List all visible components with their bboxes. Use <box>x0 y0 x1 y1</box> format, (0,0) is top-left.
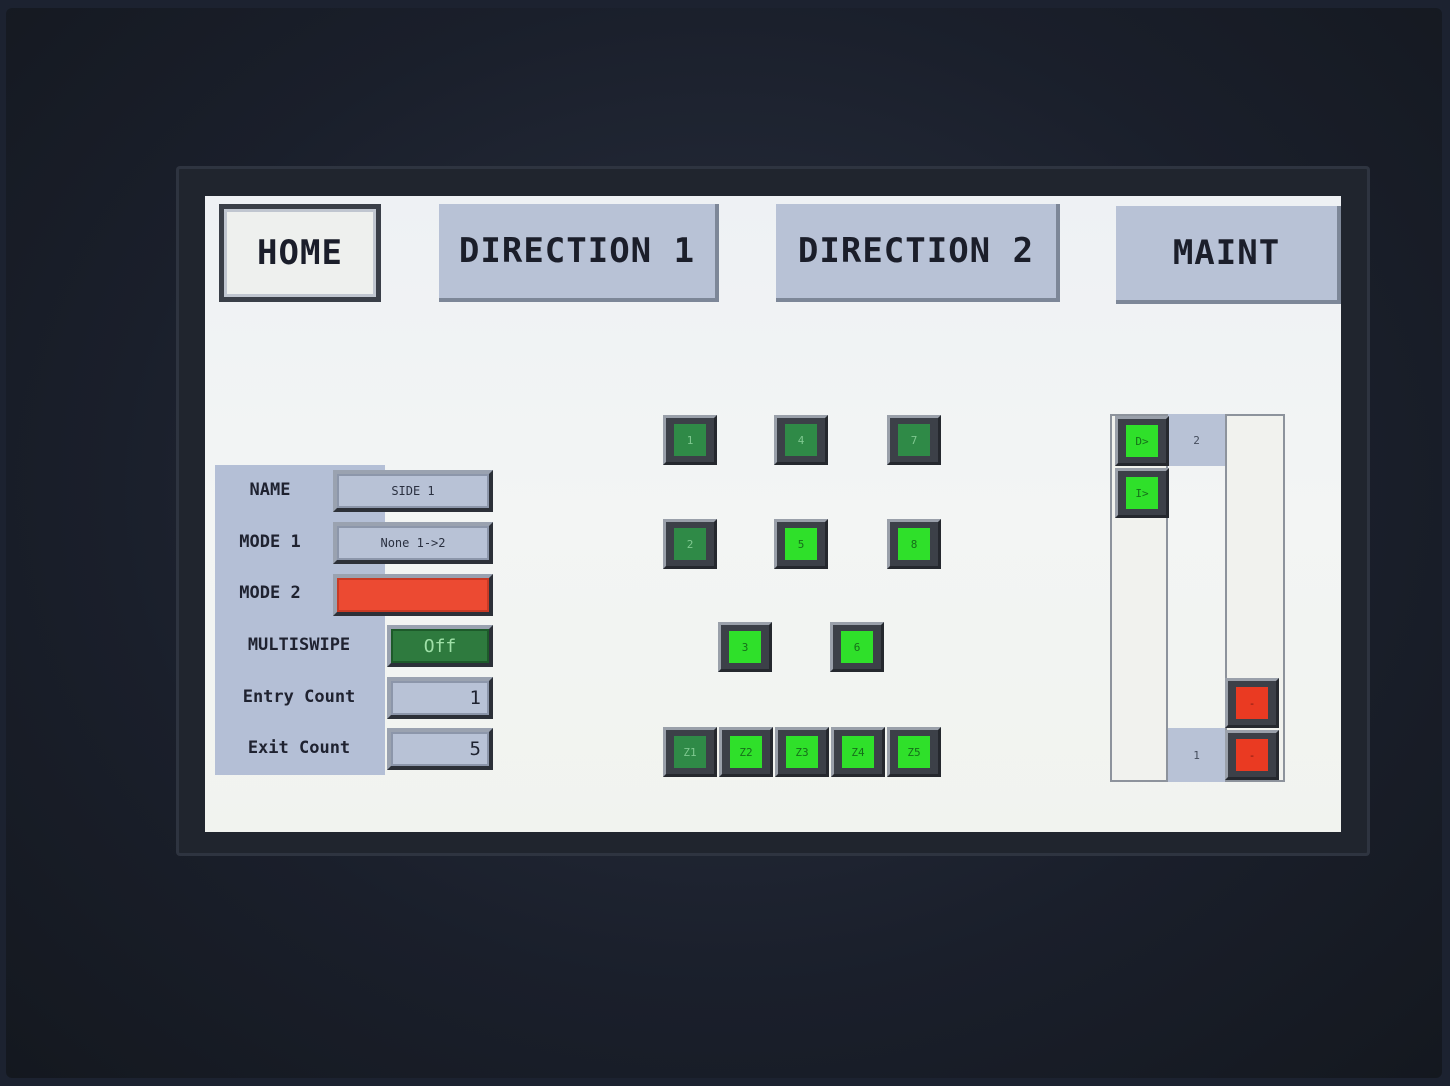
exit-count-value: 5 <box>469 738 481 760</box>
gate-direction-button-d[interactable]: D> <box>1115 416 1169 466</box>
lamp-7-label: 7 <box>898 424 930 456</box>
hmi-screen: HOME DIRECTION 1 DIRECTION 2 MAINT NAME … <box>205 196 1341 832</box>
multiswipe-value: Off <box>423 635 457 657</box>
lamp-2-label: 2 <box>674 528 706 560</box>
home-button[interactable]: HOME <box>219 204 381 302</box>
zone-lamp-z4[interactable]: Z4 <box>831 727 885 777</box>
lamp-8[interactable]: 8 <box>887 519 941 569</box>
gate-alarm-button-2[interactable]: - <box>1225 730 1279 780</box>
mode-2-field[interactable] <box>333 574 493 616</box>
exit-count-label: Exit Count <box>247 738 351 758</box>
zone-lamp-z3-label: Z3 <box>786 736 818 768</box>
direction-1-button[interactable]: DIRECTION 1 <box>439 204 719 302</box>
mode-2-label: MODE 2 <box>239 583 301 603</box>
zone-lamp-z5[interactable]: Z5 <box>887 727 941 777</box>
home-label: HOME <box>257 233 343 273</box>
position-tag-bottom: 1 <box>1168 728 1225 782</box>
zone-lamp-z5-label: Z5 <box>898 736 930 768</box>
zone-lamp-z2[interactable]: Z2 <box>719 727 773 777</box>
lamp-7[interactable]: 7 <box>887 415 941 465</box>
lamp-1[interactable]: 1 <box>663 415 717 465</box>
name-label: NAME <box>249 480 291 500</box>
direction-2-button[interactable]: DIRECTION 2 <box>776 204 1060 302</box>
direction-2-label: DIRECTION 2 <box>797 231 1035 271</box>
lamp-3[interactable]: 3 <box>718 622 772 672</box>
entry-count-field[interactable]: 1 <box>387 677 493 719</box>
name-field[interactable]: SIDE 1 <box>333 470 493 512</box>
lamp-2[interactable]: 2 <box>663 519 717 569</box>
zone-lamp-z4-label: Z4 <box>842 736 874 768</box>
mode-1-label: MODE 1 <box>239 532 301 552</box>
name-value: SIDE 1 <box>391 484 435 498</box>
position-tag-top-label: 2 <box>1193 433 1200 447</box>
lamp-4[interactable]: 4 <box>774 415 828 465</box>
exit-count-field[interactable]: 5 <box>387 728 493 770</box>
entry-count-value: 1 <box>469 687 481 709</box>
lamp-5-label: 5 <box>785 528 817 560</box>
gate-alarm-2-label: - <box>1236 739 1268 771</box>
position-tag-bottom-label: 1 <box>1193 748 1200 762</box>
maint-button[interactable]: MAINT <box>1116 206 1341 304</box>
zone-lamp-z1-label: Z1 <box>674 736 706 768</box>
maint-label: MAINT <box>1172 233 1281 273</box>
gate-alarm-button-1[interactable]: - <box>1225 678 1279 728</box>
gate-alarm-1-label: - <box>1236 687 1268 719</box>
lamp-5[interactable]: 5 <box>774 519 828 569</box>
lamp-6[interactable]: 6 <box>830 622 884 672</box>
mode-1-value: None 1->2 <box>380 536 446 550</box>
zone-lamp-z1[interactable]: Z1 <box>663 727 717 777</box>
gate-direction-d-label: D> <box>1126 425 1158 457</box>
mode-1-field[interactable]: None 1->2 <box>333 522 493 564</box>
lamp-8-label: 8 <box>898 528 930 560</box>
multiswipe-label: MULTISWIPE <box>247 635 351 655</box>
lamp-1-label: 1 <box>674 424 706 456</box>
lamp-6-label: 6 <box>841 631 873 663</box>
gate-direction-button-i[interactable]: I> <box>1115 468 1169 518</box>
gate-direction-i-label: I> <box>1126 477 1158 509</box>
zone-lamp-z3[interactable]: Z3 <box>775 727 829 777</box>
zone-lamp-z2-label: Z2 <box>730 736 762 768</box>
position-tag-top: 2 <box>1168 414 1225 466</box>
multiswipe-toggle[interactable]: Off <box>387 625 493 667</box>
entry-count-label: Entry Count <box>242 687 356 707</box>
direction-1-label: DIRECTION 1 <box>458 231 696 271</box>
lamp-4-label: 4 <box>785 424 817 456</box>
lamp-3-label: 3 <box>729 631 761 663</box>
